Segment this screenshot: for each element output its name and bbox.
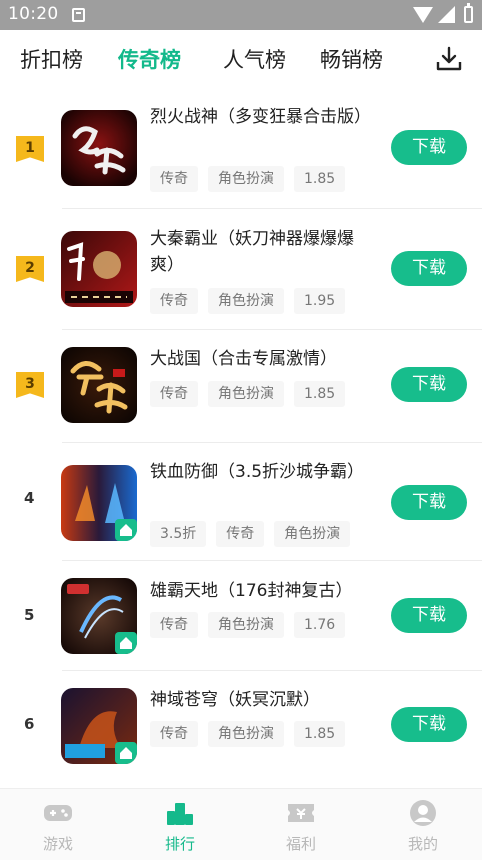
game-icon[interactable] [61, 110, 137, 186]
download-button[interactable]: 下载 [391, 485, 467, 520]
download-button[interactable]: 下载 [391, 251, 467, 286]
nav-games[interactable]: 游戏 [18, 799, 98, 854]
game-icon[interactable] [61, 231, 137, 307]
nav-benefits[interactable]: 福利 [261, 799, 341, 854]
status-time: 10:20 [8, 4, 59, 24]
wifi-icon [413, 7, 433, 23]
game-artwork-icon [61, 347, 137, 423]
game-icon[interactable] [61, 465, 137, 541]
tab-popular[interactable]: 人气榜 [223, 44, 286, 74]
list-item[interactable]: 2 大秦霸业（妖刀神器爆爆爆爽） 传奇 角色扮演 1.95 下载 [0, 209, 482, 330]
list-item[interactable]: 6 神域苍穹（妖冥沉默） 传奇 角色扮演 1.85 下载 [0, 671, 482, 783]
tag: 角色扮演 [208, 721, 284, 747]
tag: 角色扮演 [208, 612, 284, 638]
notification-icon [72, 8, 85, 22]
profile-icon [410, 800, 436, 826]
tag: 3.5折 [150, 521, 207, 547]
rank-number: 5 [24, 606, 35, 624]
nav-label: 我的 [407, 835, 438, 853]
signal-icon [438, 6, 455, 23]
nav-ranking[interactable]: 排行 [140, 799, 220, 854]
game-icon[interactable] [61, 347, 137, 423]
status-bar: 10:20 [0, 0, 482, 30]
game-title: 烈火战神（多变狂暴合击版） [150, 107, 371, 127]
tag: 传奇 [150, 721, 198, 747]
list-item[interactable]: 1 烈火战神（多变狂暴合击版） 传奇 角色扮演 1.85 下载 [0, 90, 482, 209]
list-item[interactable]: 4 铁血防御（3.5折沙城争霸） 3.5折 传奇 角色扮演 下载 [0, 443, 482, 561]
tag: 传奇 [150, 288, 198, 314]
game-title: 铁血防御（3.5折沙城争霸） [150, 462, 365, 482]
ranking-tabs: 折扣榜 传奇榜 人气榜 畅销榜 [0, 30, 482, 90]
gamepad-icon [44, 805, 72, 821]
game-tags: 传奇 角色扮演 1.95 [150, 288, 355, 314]
tag: 角色扮演 [208, 381, 284, 407]
game-tags: 传奇 角色扮演 1.85 [150, 381, 355, 407]
game-tags: 传奇 角色扮演 1.76 [150, 612, 355, 638]
game-title: 神域苍穹（妖冥沉默） [150, 690, 320, 710]
rank-number: 4 [24, 489, 35, 507]
game-title: 大秦霸业（妖刀神器爆爆爆爽） [150, 229, 354, 275]
download-button[interactable]: 下载 [391, 367, 467, 402]
download-button[interactable]: 下载 [391, 707, 467, 742]
rank-badge: 3 [16, 372, 44, 398]
rank-number: 6 [24, 715, 35, 733]
game-artwork-icon [61, 110, 137, 186]
nav-label: 游戏 [42, 835, 73, 853]
download-button[interactable]: 下载 [391, 130, 467, 165]
tag: 传奇 [150, 166, 198, 192]
game-list: 1 烈火战神（多变狂暴合击版） 传奇 角色扮演 1.85 下载 2 大秦霸业（妖… [0, 90, 482, 783]
battery-icon [464, 3, 473, 23]
nav-label: 福利 [285, 835, 316, 853]
tag: 角色扮演 [208, 288, 284, 314]
game-icon[interactable] [61, 578, 137, 654]
home-badge-icon [115, 742, 137, 764]
game-tags: 传奇 角色扮演 1.85 [150, 166, 355, 192]
nav-label: 排行 [164, 835, 195, 853]
tag: 传奇 [150, 381, 198, 407]
home-badge-icon [115, 519, 137, 541]
game-title: 大战国（合击专属激情） [150, 349, 337, 369]
tag: 1.95 [294, 288, 346, 314]
tag: 1.85 [294, 381, 346, 407]
download-icon[interactable] [436, 46, 462, 72]
bottom-navigation: 游戏 排行 福利 我的 [0, 788, 482, 860]
rank-badge: 2 [16, 256, 44, 282]
tag: 1.76 [294, 612, 346, 638]
rank-badge: 1 [16, 136, 44, 162]
ticket-icon [288, 804, 314, 822]
list-item[interactable]: 3 大战国（合击专属激情） 传奇 角色扮演 1.85 下载 [0, 330, 482, 443]
tag: 传奇 [150, 612, 198, 638]
nav-profile[interactable]: 我的 [383, 799, 463, 854]
tag: 1.85 [294, 721, 346, 747]
tab-legend[interactable]: 传奇榜 [118, 44, 181, 74]
game-icon[interactable] [61, 688, 137, 764]
game-tags: 传奇 角色扮演 1.85 [150, 721, 355, 747]
home-badge-icon [115, 632, 137, 654]
ranking-icon [167, 803, 193, 825]
game-title: 雄霸天地（176封神复古） [150, 581, 353, 601]
tag: 角色扮演 [274, 521, 351, 547]
download-button[interactable]: 下载 [391, 598, 467, 633]
tab-discount[interactable]: 折扣榜 [20, 44, 83, 74]
tag: 传奇 [216, 521, 265, 547]
list-item[interactable]: 5 雄霸天地（176封神复古） 传奇 角色扮演 1.76 下载 [0, 561, 482, 671]
tag: 1.85 [294, 166, 346, 192]
game-artwork-icon [61, 231, 137, 307]
tab-bestselling[interactable]: 畅销榜 [320, 44, 383, 74]
tag: 角色扮演 [208, 166, 284, 192]
game-tags: 3.5折 传奇 角色扮演 [150, 521, 360, 547]
